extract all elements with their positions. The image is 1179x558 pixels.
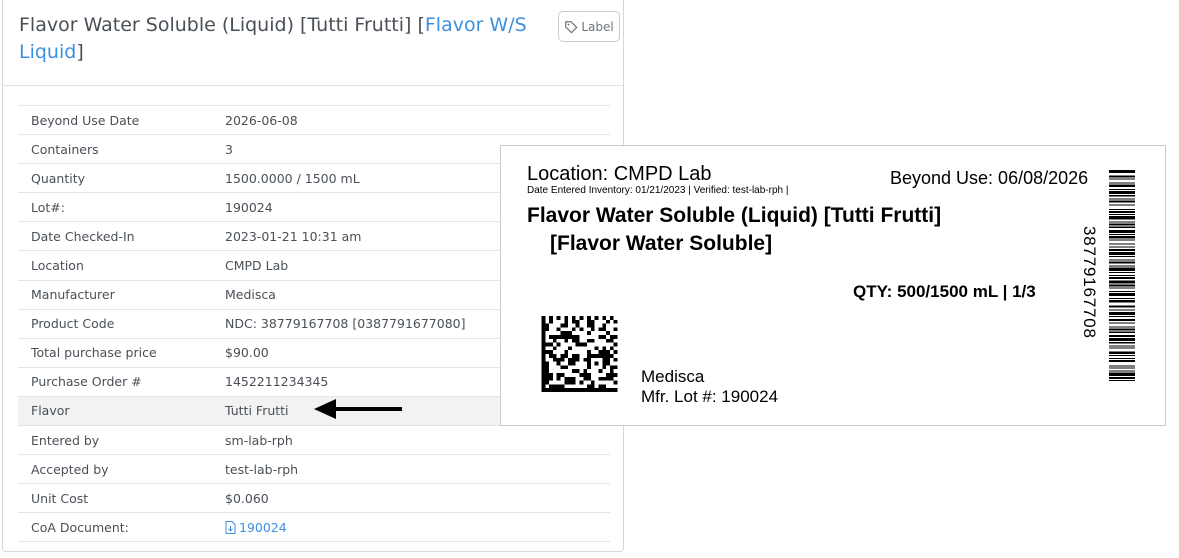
row-key: Quantity: [18, 163, 212, 193]
label-button[interactable]: Label: [558, 11, 620, 42]
row-key: Location: [18, 250, 212, 281]
title-text: Flavor Water Soluble (Liquid) [Tutti Fru…: [19, 14, 425, 36]
label-meta: Date Entered Inventory: 01/21/2023 | Ver…: [527, 185, 789, 196]
label-location: Location: CMPD Lab: [527, 163, 712, 185]
row-key: Accepted by: [18, 454, 212, 484]
row-value: 2026-06-08: [212, 104, 610, 135]
coa-document-text: 190024: [239, 519, 287, 535]
row-key: Containers: [18, 134, 212, 164]
table-row: Entered by sm-lab-rph: [18, 425, 610, 455]
barcode-number: 38779167708: [1080, 226, 1099, 339]
row-value: 190024: [212, 512, 610, 543]
row-value: $0.060: [212, 483, 610, 513]
label-product-name: Flavor Water Soluble (Liquid) [Tutti Fru…: [527, 204, 942, 227]
barcode-icon: [1109, 170, 1135, 382]
title-close-bracket: ]: [76, 41, 84, 63]
row-key: Date Checked-In: [18, 221, 212, 251]
table-row: Accepted by test-lab-rph: [18, 454, 610, 484]
row-key: Entered by: [18, 425, 212, 455]
row-key: Purchase Order #: [18, 366, 212, 397]
row-key: Manufacturer: [18, 279, 212, 310]
card-header: Flavor Water Soluble (Liquid) [Tutti Fru…: [3, 0, 623, 86]
label-beyond-use: Beyond Use: 06/08/2026: [890, 168, 1089, 188]
table-row: CoA Document: 190024: [18, 512, 610, 543]
row-key: Flavor: [18, 395, 212, 426]
label-product-category: [Flavor Water Soluble]: [550, 232, 773, 255]
label-manufacturer: Medisca: [641, 367, 705, 386]
page-title: Flavor Water Soluble (Liquid) [Tutti Fru…: [19, 12, 539, 66]
datamatrix-icon: [541, 316, 618, 392]
table-row: Beyond Use Date 2026-06-08: [18, 104, 610, 135]
label-button-text: Label: [581, 19, 614, 34]
coa-document-link[interactable]: 190024: [225, 520, 287, 535]
row-key: Total purchase price: [18, 337, 212, 368]
label-mfr-lot: Mfr. Lot #: 190024: [641, 387, 779, 406]
row-key: Product Code: [18, 308, 212, 339]
row-key: Beyond Use Date: [18, 104, 212, 135]
label-quantity: QTY: 500/1500 mL | 1/3: [853, 282, 1036, 301]
document-icon: [225, 520, 236, 534]
row-value: test-lab-rph: [212, 454, 610, 484]
row-key: CoA Document:: [18, 512, 212, 543]
arrow-left-icon: [314, 399, 402, 419]
tag-icon: [565, 20, 578, 33]
label-preview: Location: CMPD Lab Date Entered Inventor…: [500, 145, 1166, 426]
row-key: Lot#:: [18, 192, 212, 222]
row-key: Unit Cost: [18, 483, 212, 513]
row-value: sm-lab-rph: [212, 425, 610, 455]
table-row: Unit Cost $0.060: [18, 483, 610, 513]
